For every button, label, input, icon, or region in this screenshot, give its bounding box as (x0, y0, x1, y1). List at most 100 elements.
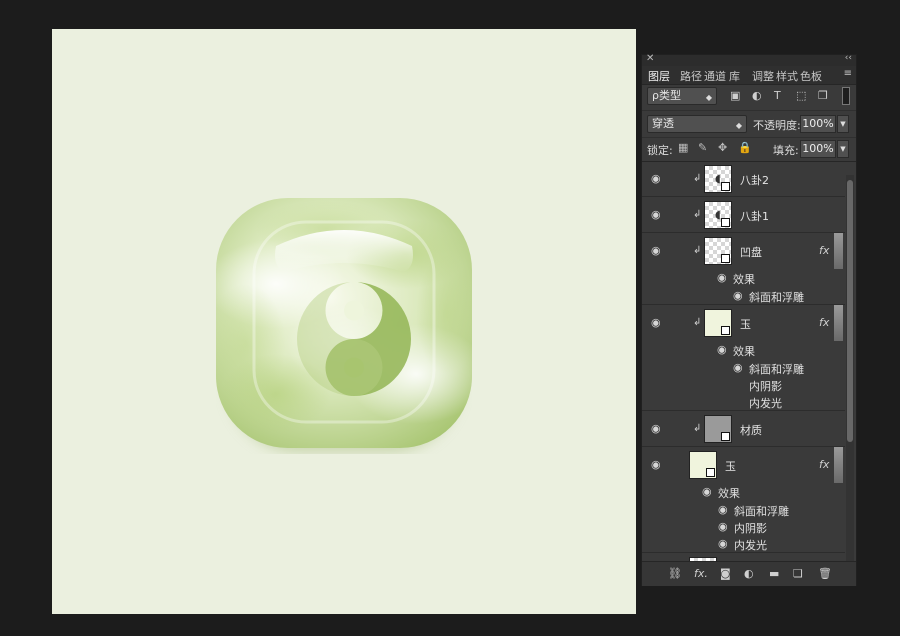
layer-name[interactable]: 材质 (740, 422, 762, 438)
link-layers-icon[interactable]: ⛓ (668, 567, 682, 580)
collapse-icon[interactable]: ‹‹ (845, 53, 852, 63)
effects-label: 效果 (718, 487, 740, 500)
visibility-eye-icon[interactable]: ◉ (651, 316, 661, 329)
layer-row[interactable]: ◉ ↲ 玉 fx ◉ 效果 ◉ 斜面和浮雕 内阴影 内发光 (642, 305, 845, 411)
chevron-down-icon: ◆ (705, 93, 712, 102)
visibility-eye-icon[interactable]: ◉ (651, 458, 661, 471)
fx-expand-handle[interactable] (834, 233, 843, 269)
chevron-down-icon: ◆ (735, 121, 742, 130)
mask-icon (721, 254, 730, 263)
layer-name[interactable]: 八卦1 (740, 208, 769, 224)
new-layer-icon[interactable]: ❏ (793, 567, 803, 580)
kind-label: ρ类型 (652, 89, 681, 102)
effect-bevel-emboss[interactable]: 斜面和浮雕 (749, 289, 804, 305)
mask-icon (721, 326, 730, 335)
layer-row[interactable]: ◉ 玉 fx ◉ 效果 ◉ 斜面和浮雕 ◉ 内阴影 ◉ 内发光 (642, 447, 845, 553)
layer-name[interactable]: 八卦2 (740, 172, 769, 188)
layer-row[interactable]: ◉ ↲ ◖ 八卦1 (642, 197, 845, 233)
fx-icon[interactable]: fx (819, 244, 829, 257)
mask-icon (706, 468, 715, 477)
clipping-arrow-icon: ↲ (693, 209, 702, 220)
visibility-eye-icon[interactable]: ◉ (651, 172, 661, 185)
filter-toggle-switch[interactable] (842, 87, 850, 105)
blend-mode-value: 穿透 (652, 117, 674, 130)
clipping-arrow-icon: ↲ (693, 423, 702, 434)
fx-expand-handle[interactable] (834, 447, 843, 483)
document-canvas[interactable] (52, 29, 636, 614)
blend-mode-select[interactable]: 穿透 ◆ (647, 115, 747, 133)
trash-icon[interactable]: 🗑 (818, 567, 832, 580)
effect-inner-glow[interactable]: 内发光 (749, 395, 782, 411)
panel-menu-icon[interactable]: ≡ (844, 68, 852, 79)
fx-icon[interactable]: fx (819, 458, 829, 471)
fill-input[interactable]: 100% (800, 140, 836, 158)
add-style-icon[interactable]: fx. (694, 567, 708, 580)
effects-eye-icon[interactable]: ◉ (702, 485, 712, 498)
layer-name[interactable]: 凹盘 (740, 244, 762, 260)
tab-paths[interactable]: 路径 (680, 68, 702, 84)
adjustment-filter-icon[interactable]: ◐ (752, 89, 762, 102)
visibility-eye-icon[interactable]: ◉ (651, 208, 661, 221)
panel-bottom-toolbar: ⛓ fx. ◙ ◐ ▬ ❏ 🗑 (642, 561, 856, 586)
taiji-thumb-icon: ◖ (715, 172, 721, 185)
lock-transparent-icon[interactable]: ▦ (678, 141, 688, 154)
layer-kind-filter[interactable]: ρ类型 ◆ (647, 87, 717, 105)
adjustment-layer-icon[interactable]: ◐ (744, 567, 754, 580)
smart-object-filter-icon[interactable]: ❐ (818, 89, 828, 102)
layer-thumbnail: ◖ (704, 201, 732, 229)
tab-libraries[interactable]: 库 (729, 68, 740, 84)
effect-eye-icon[interactable]: ◉ (733, 361, 743, 374)
tab-adjustments[interactable]: 调整 (752, 68, 774, 84)
tab-swatches[interactable]: 色板 (800, 68, 822, 84)
clipping-arrow-icon: ↲ (693, 245, 702, 256)
layer-row[interactable]: ◉ ↲ 凹盘 fx ◉ 效果 ◉ 斜面和浮雕 (642, 233, 845, 305)
lock-move-icon[interactable]: ✥ (718, 141, 727, 154)
type-filter-icon[interactable]: T (774, 89, 781, 102)
lock-paint-icon[interactable]: ✎ (698, 141, 707, 154)
layer-thumbnail (704, 309, 732, 337)
layer-row[interactable] (642, 553, 845, 561)
fill-label: 填充: (773, 144, 799, 157)
close-icon[interactable]: ✕ (646, 53, 654, 64)
mask-icon (721, 432, 730, 441)
effects-label: 效果 (733, 273, 755, 286)
effects-label: 效果 (733, 345, 755, 358)
effect-inner-shadow[interactable]: 内阴影 (749, 378, 782, 394)
effect-bevel-emboss[interactable]: 斜面和浮雕 (749, 361, 804, 377)
tab-channels[interactable]: 通道 (704, 68, 726, 84)
effect-inner-glow[interactable]: 内发光 (734, 537, 767, 553)
layer-row[interactable]: ◉ ↲ 材质 (642, 411, 845, 447)
opacity-input[interactable]: 100% (800, 115, 836, 133)
layer-row[interactable]: ◉ ↲ ◖ 八卦2 (642, 161, 845, 197)
effect-eye-icon[interactable]: ◉ (718, 537, 728, 550)
effect-eye-icon[interactable]: ◉ (733, 289, 743, 302)
opacity-dropdown[interactable]: ▼ (837, 115, 849, 133)
effect-eye-icon[interactable]: ◉ (718, 503, 728, 516)
fx-icon[interactable]: fx (819, 316, 829, 329)
jade-taiji-icon (216, 198, 472, 452)
layer-thumbnail: ◖ (704, 165, 732, 193)
layer-thumbnail (704, 237, 732, 265)
layer-thumbnail (704, 415, 732, 443)
lock-all-icon[interactable]: 🔒 (738, 141, 752, 154)
image-filter-icon[interactable]: ▣ (730, 89, 740, 102)
layer-thumbnail (689, 451, 717, 479)
fx-expand-handle[interactable] (834, 305, 843, 341)
effects-eye-icon[interactable]: ◉ (717, 343, 727, 356)
visibility-eye-icon[interactable]: ◉ (651, 244, 661, 257)
tab-styles[interactable]: 样式 (776, 68, 798, 84)
effect-inner-shadow[interactable]: 内阴影 (734, 520, 767, 536)
layer-name[interactable]: 玉 (740, 316, 751, 332)
effect-eye-icon[interactable]: ◉ (718, 520, 728, 533)
visibility-eye-icon[interactable]: ◉ (651, 422, 661, 435)
add-mask-icon[interactable]: ◙ (720, 567, 731, 580)
effects-eye-icon[interactable]: ◉ (717, 271, 727, 284)
tab-layers[interactable]: 图层 (648, 68, 670, 84)
effect-bevel-emboss[interactable]: 斜面和浮雕 (734, 503, 789, 519)
layer-name[interactable]: 玉 (725, 458, 736, 474)
fill-dropdown[interactable]: ▼ (837, 140, 849, 158)
shape-filter-icon[interactable]: ⬚ (796, 89, 806, 102)
opacity-label: 不透明度: (753, 119, 801, 132)
new-group-icon[interactable]: ▬ (769, 567, 779, 580)
scrollbar-thumb[interactable] (847, 180, 853, 442)
